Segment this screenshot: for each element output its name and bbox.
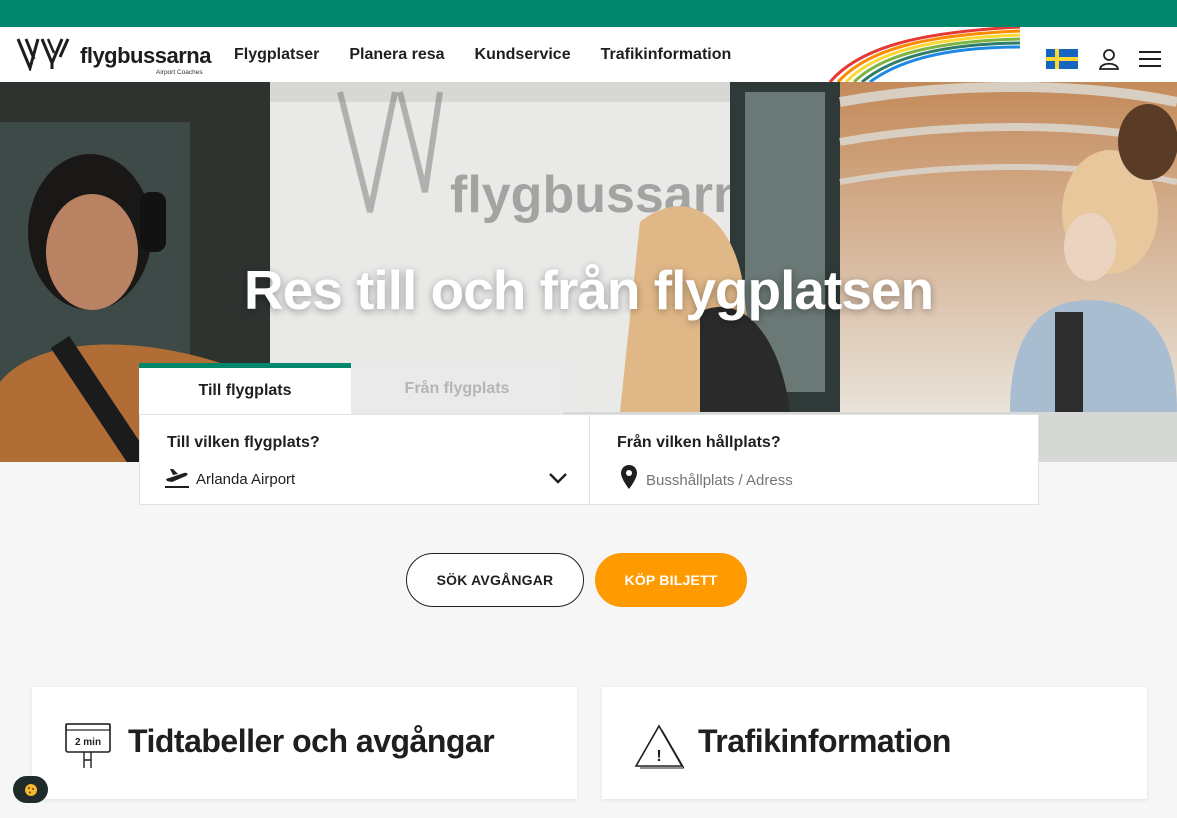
swedish-flag-icon[interactable] — [1046, 49, 1078, 69]
tab-till-flygplats[interactable]: Till flygplats — [139, 363, 351, 414]
user-icon[interactable] — [1097, 47, 1121, 71]
site-header: flygbussarna Airport Coaches Flygplatser… — [0, 27, 1177, 82]
airport-select-value: Arlanda Airport — [196, 471, 296, 488]
timetables-card-title: Tidtabeller och avgångar — [128, 723, 495, 759]
logo-tagline: Airport Coaches — [156, 69, 203, 76]
stop-input[interactable]: Från vilken hållplats? Busshållplats / A… — [589, 415, 1038, 504]
nav-item-planera-resa[interactable]: Planera resa — [349, 46, 444, 64]
nav-item-flygplatser[interactable]: Flygplatser — [234, 46, 319, 64]
hero-title: Res till och från flygplatsen — [243, 259, 934, 321]
stop-input-label: Från vilken hållplats? — [617, 434, 781, 451]
vy-logo-icon — [16, 38, 70, 71]
main-nav: Flygplatser Planera resa Kundservice Tra… — [234, 27, 731, 82]
trip-search-form: Till vilken flygplats? Arlanda Airport F… — [139, 414, 1039, 505]
cookie-settings-button[interactable] — [13, 776, 48, 803]
top-brand-bar — [0, 0, 1177, 27]
nav-item-trafikinformation[interactable]: Trafikinformation — [601, 46, 732, 64]
warning-mark: ! — [656, 748, 661, 765]
svg-text:flygbussarna: flygbussarna — [450, 166, 775, 224]
stop-input-placeholder: Busshållplats / Adress — [646, 472, 793, 489]
chevron-down-icon[interactable] — [548, 471, 568, 485]
timetable-sign-icon: 2 min — [65, 723, 111, 768]
timetables-card[interactable]: 2 min Tidtabeller och avgångar — [32, 687, 577, 799]
airport-select[interactable]: Till vilken flygplats? Arlanda Airport — [140, 415, 589, 504]
nav-item-kundservice[interactable]: Kundservice — [475, 46, 571, 64]
direction-tabs: Till flygplats Från flygplats — [139, 363, 563, 414]
logo-wordmark: flygbussarna — [80, 43, 211, 68]
tab-fran-flygplats[interactable]: Från flygplats — [351, 363, 563, 414]
warning-triangle-icon: ! — [634, 724, 684, 769]
hamburger-menu-icon[interactable] — [1138, 49, 1162, 69]
airport-select-label: Till vilken flygplats? — [167, 434, 320, 451]
cookie-icon — [24, 783, 37, 796]
plane-departure-icon — [165, 469, 189, 488]
location-pin-icon — [621, 465, 637, 489]
flygbussarna-logo[interactable]: flygbussarna Airport Coaches — [16, 35, 211, 77]
rainbow-swoosh-decoration — [828, 27, 1020, 82]
timetable-sign-label: 2 min — [75, 737, 101, 748]
traffic-info-card[interactable]: ! Trafikinformation — [602, 687, 1147, 799]
buy-ticket-button[interactable]: KÖP BILJETT — [595, 553, 747, 607]
traffic-info-card-title: Trafikinformation — [698, 723, 951, 759]
search-departures-button[interactable]: SÖK AVGÅNGAR — [406, 553, 584, 607]
